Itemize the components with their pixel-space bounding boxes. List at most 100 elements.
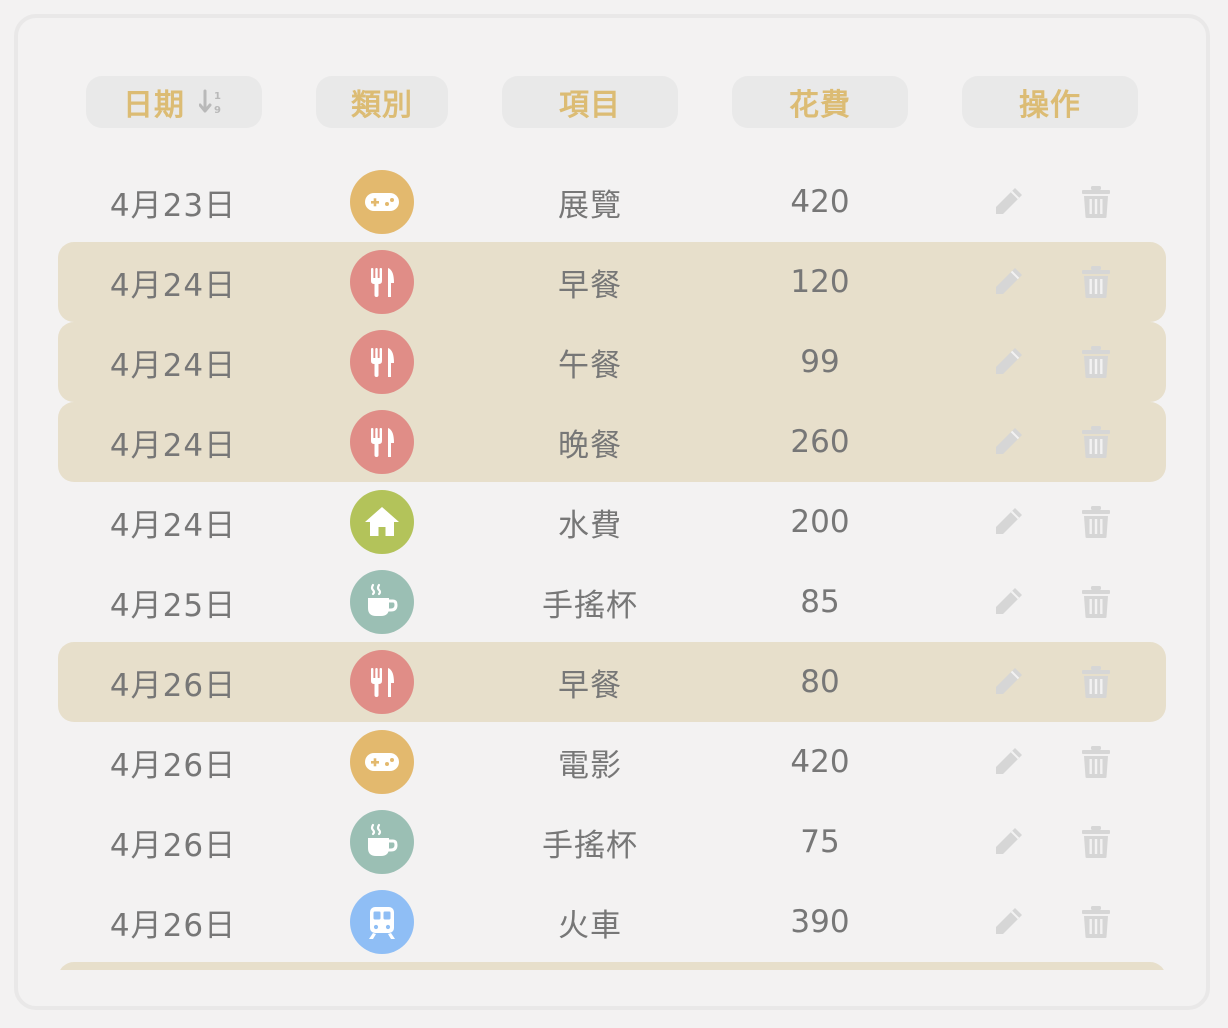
utensils-icon [350, 650, 414, 714]
row-category [350, 562, 414, 642]
row-item: 手搖杯 [542, 587, 638, 624]
table-row[interactable]: 4月24日 晚餐 260 [58, 402, 1166, 482]
coffee-cup-icon [350, 810, 414, 874]
delete-button[interactable] [1068, 802, 1124, 882]
row-category [350, 482, 414, 562]
header-cost[interactable]: 花費 [732, 76, 908, 128]
edit-button[interactable] [980, 402, 1036, 482]
edit-button[interactable] [980, 322, 1036, 402]
row-date: 4月26日 [109, 667, 237, 704]
header-item-label: 項目 [559, 88, 621, 123]
header-date[interactable]: 日期 1 9 [86, 76, 262, 128]
row-date: 4月24日 [109, 347, 237, 384]
row-cost: 420 [790, 184, 850, 220]
row-cost: 75 [800, 824, 840, 860]
row-cost: 120 [790, 264, 850, 300]
table-row[interactable]: 4月26日 火車 390 [58, 882, 1166, 962]
row-item: 手搖杯 [542, 827, 638, 864]
pencil-icon [991, 505, 1025, 539]
pencil-icon [991, 185, 1025, 219]
delete-button[interactable] [1068, 162, 1124, 242]
delete-button[interactable] [1068, 402, 1124, 482]
coffee-cup-icon [350, 570, 414, 634]
row-date: 4月26日 [109, 747, 237, 784]
table-row[interactable]: 4月24日 早餐 120 [58, 242, 1166, 322]
sort-icon[interactable]: 1 9 [199, 88, 225, 116]
header-category-label: 類別 [351, 88, 413, 123]
row-item: 午餐 [558, 347, 622, 384]
utensils-icon [350, 250, 414, 314]
delete-button[interactable] [1068, 242, 1124, 322]
edit-button[interactable] [980, 882, 1036, 962]
delete-button[interactable] [1068, 562, 1124, 642]
trash-icon [1081, 265, 1111, 299]
row-item: 晚餐 [558, 427, 622, 464]
table-row[interactable]: 4月26日 早餐 80 [58, 642, 1166, 722]
table-row[interactable]: 4月26日 電影 420 [58, 722, 1166, 802]
edit-button[interactable] [980, 242, 1036, 322]
row-category [350, 242, 414, 322]
gamepad-icon [350, 170, 414, 234]
row-cost: 420 [790, 744, 850, 780]
pencil-icon [991, 585, 1025, 619]
trash-icon [1081, 185, 1111, 219]
delete-button[interactable] [1068, 722, 1124, 802]
trash-icon [1081, 905, 1111, 939]
edit-button[interactable] [980, 642, 1036, 722]
table-row[interactable]: 4月23日 展覽 420 [58, 162, 1166, 242]
pencil-icon [991, 665, 1025, 699]
expense-rows: 4月23日 展覽 420 4月24日 早餐 120 4月24日 午餐 99 4月24日 晚餐 260 4… [18, 162, 1206, 970]
row-date: 4月24日 [109, 267, 237, 304]
pencil-icon [991, 905, 1025, 939]
row-category [350, 722, 414, 802]
row-item: 早餐 [558, 667, 622, 704]
table-row[interactable]: 4月25日 手搖杯 85 [58, 562, 1166, 642]
row-item: 火車 [558, 907, 622, 944]
delete-button[interactable] [1068, 882, 1124, 962]
edit-button[interactable] [980, 722, 1036, 802]
trash-icon [1081, 585, 1111, 619]
row-date: 4月25日 [109, 587, 237, 624]
home-icon [350, 490, 414, 554]
delete-button[interactable] [1068, 482, 1124, 562]
edit-button[interactable] [980, 482, 1036, 562]
svg-text:9: 9 [214, 105, 222, 116]
table-row[interactable]: 4月26日 手搖杯 75 [58, 802, 1166, 882]
header-actions-label: 操作 [1019, 88, 1081, 123]
row-item: 展覽 [558, 187, 622, 224]
delete-button[interactable] [1068, 322, 1124, 402]
svg-text:1: 1 [214, 91, 222, 102]
table-row[interactable] [58, 962, 1166, 970]
row-date: 4月24日 [109, 427, 237, 464]
row-category [350, 402, 414, 482]
trash-icon [1081, 425, 1111, 459]
pencil-icon [991, 265, 1025, 299]
edit-button[interactable] [980, 562, 1036, 642]
edit-button[interactable] [980, 162, 1036, 242]
gamepad-icon [350, 730, 414, 794]
table-row[interactable]: 4月24日 水費 200 [58, 482, 1166, 562]
row-cost: 390 [790, 904, 850, 940]
expense-table-panel: 日期 1 9 類別 項目 花費 操作 4月23日 展覽 420 4月24日 早餐 120 4… [14, 14, 1210, 1010]
trash-icon [1081, 825, 1111, 859]
pencil-icon [991, 345, 1025, 379]
table-row[interactable]: 4月24日 午餐 99 [58, 322, 1166, 402]
edit-button[interactable] [980, 802, 1036, 882]
header-date-label: 日期 [123, 88, 185, 123]
delete-button[interactable] [1068, 642, 1124, 722]
row-date: 4月24日 [109, 507, 237, 544]
pencil-icon [991, 745, 1025, 779]
utensils-icon [350, 410, 414, 474]
row-cost: 85 [800, 584, 840, 620]
header-cost-label: 花費 [789, 88, 851, 123]
row-cost: 200 [790, 504, 850, 540]
trash-icon [1081, 505, 1111, 539]
row-category [350, 642, 414, 722]
trash-icon [1081, 745, 1111, 779]
row-item: 電影 [558, 747, 622, 784]
row-date: 4月26日 [109, 827, 237, 864]
header-item[interactable]: 項目 [502, 76, 678, 128]
header-category[interactable]: 類別 [316, 76, 448, 128]
row-category [350, 802, 414, 882]
row-date: 4月23日 [109, 187, 237, 224]
